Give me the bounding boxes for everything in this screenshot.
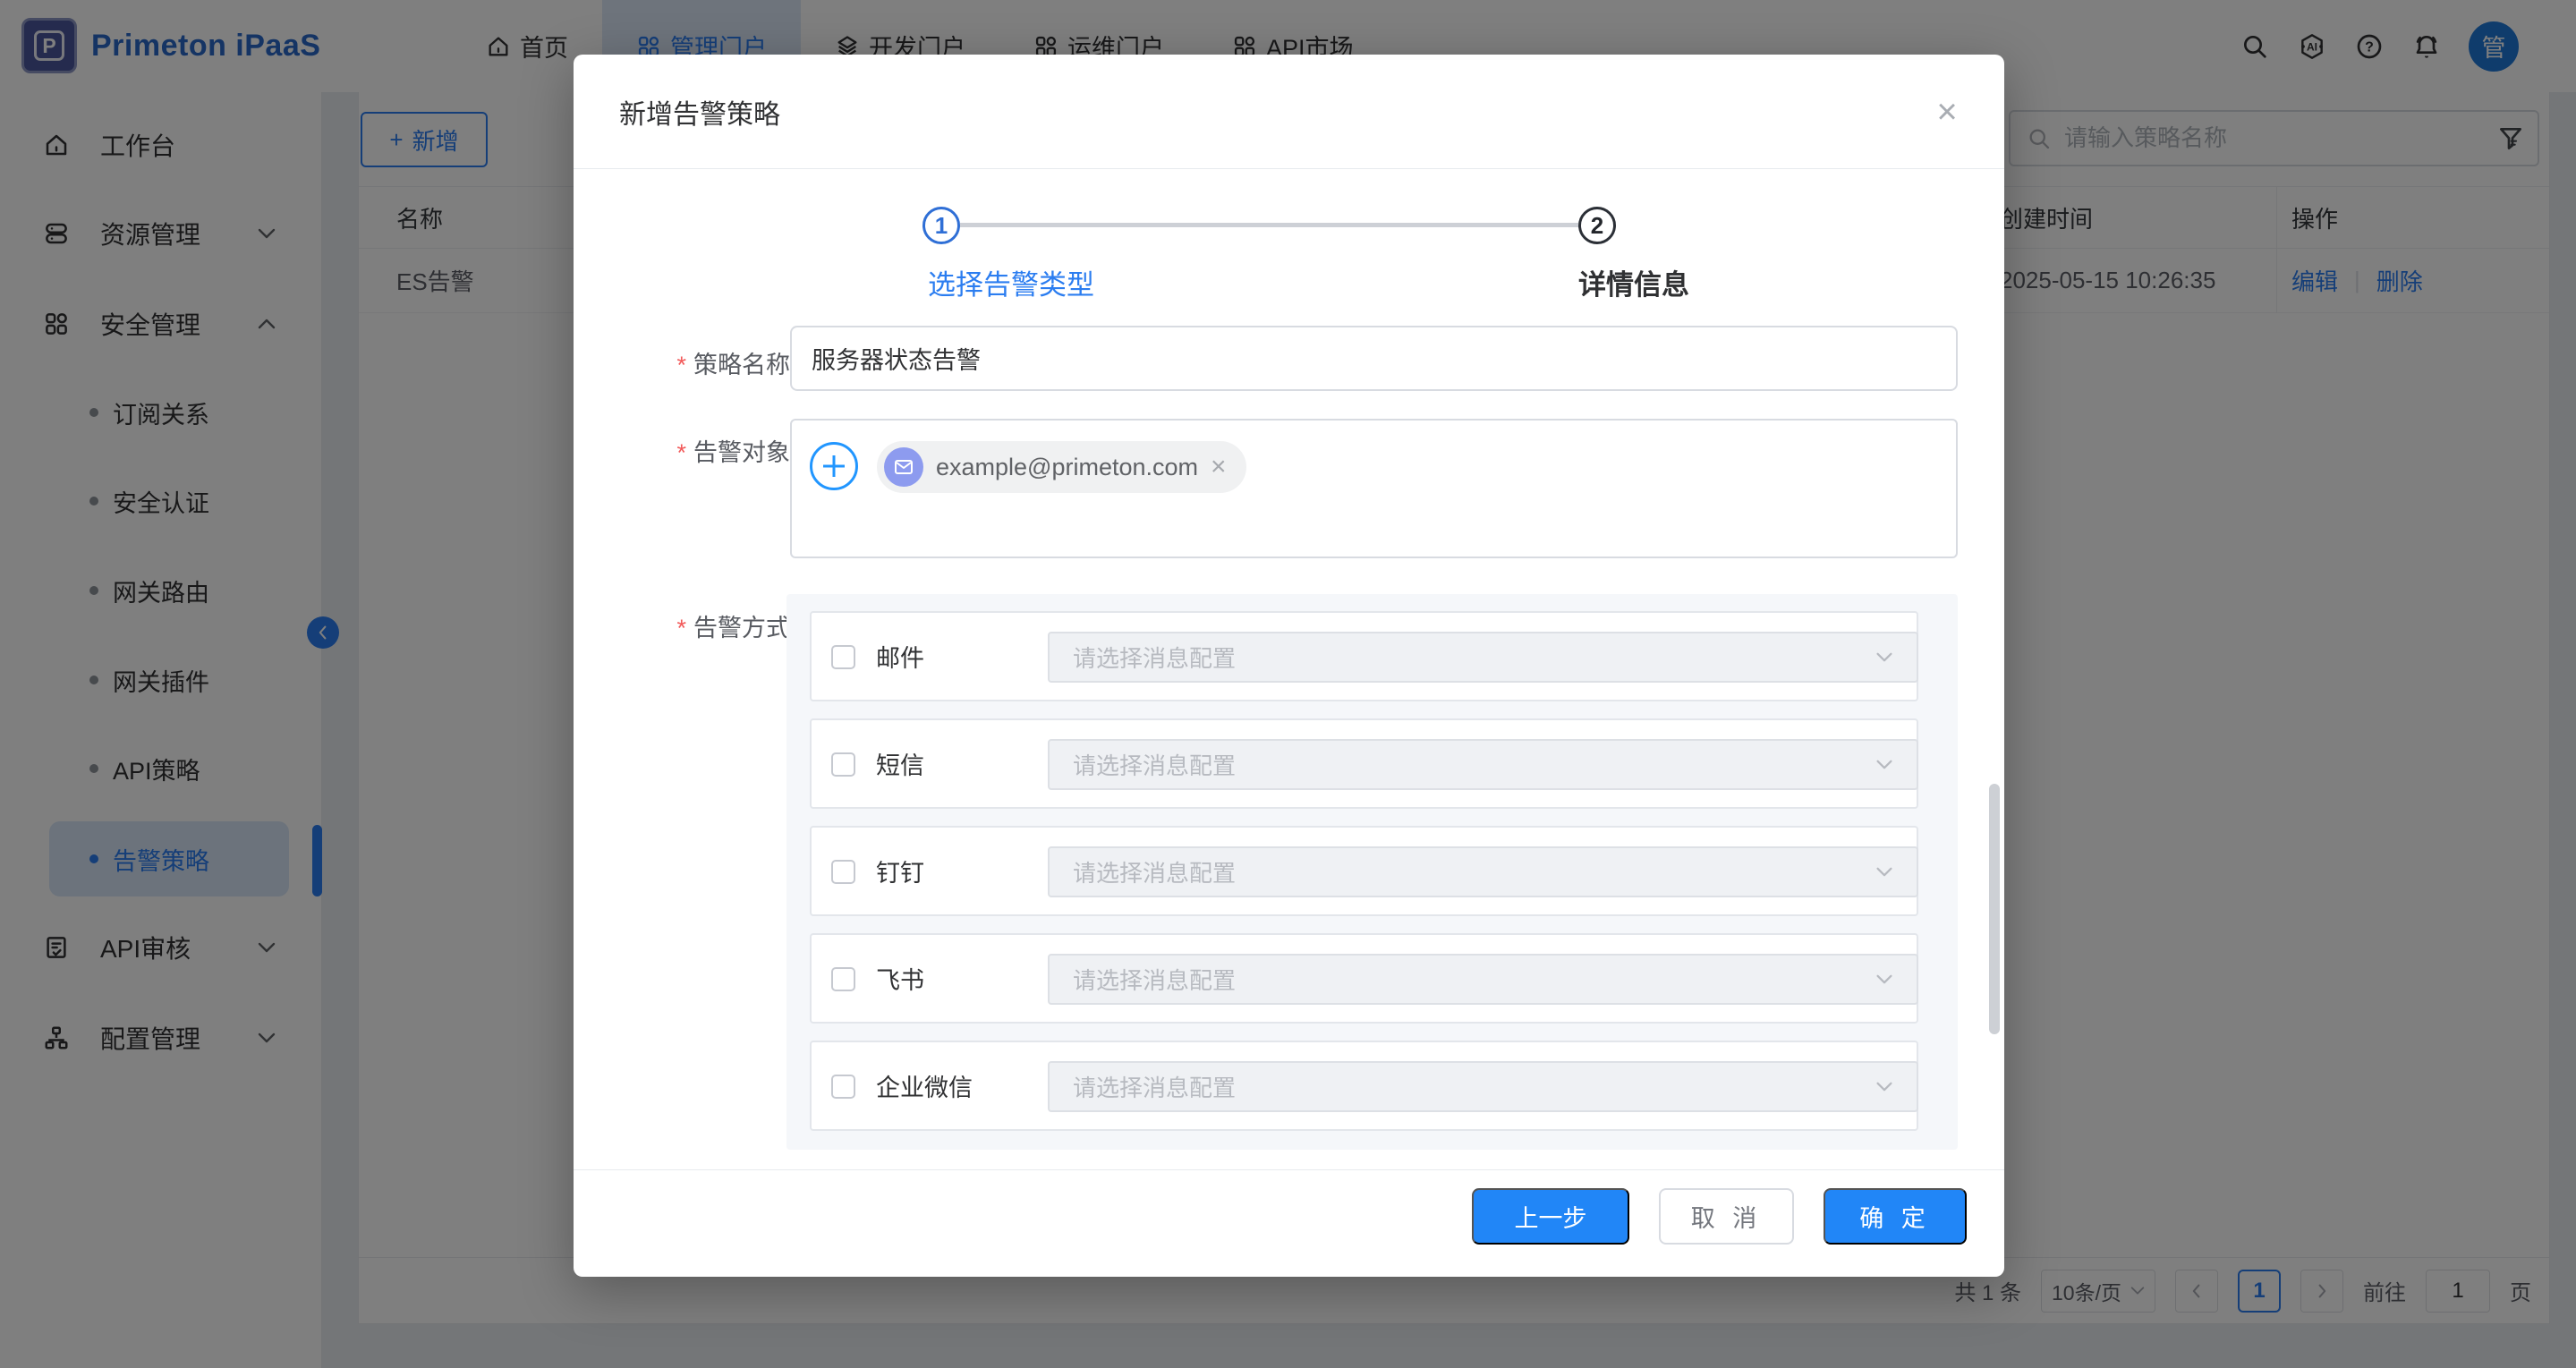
step-2-label: 详情信息 bbox=[1578, 262, 1689, 302]
add-target-button[interactable] bbox=[810, 442, 858, 490]
envelope-icon bbox=[884, 447, 923, 487]
feishu-checkbox[interactable] bbox=[831, 967, 855, 991]
app-screen: P Primeton iPaaS 首页 管理门户 开发门户 运维门户 AP bbox=[0, 0, 2576, 1368]
close-icon[interactable]: × bbox=[1929, 94, 1965, 130]
alert-method-box: 邮件 请选择消息配置 短信 请选择消息配置 钉钉 请选择消息配置 bbox=[786, 594, 1958, 1150]
wecom-config-select[interactable]: 请选择消息配置 bbox=[1048, 1061, 1918, 1112]
step-connector-line bbox=[960, 223, 1578, 227]
remove-tag-icon[interactable]: × bbox=[1211, 454, 1227, 480]
email-tag-text: example@primeton.com bbox=[936, 454, 1198, 481]
channel-row-wecom: 企业微信 请选择消息配置 bbox=[810, 1041, 1918, 1131]
step-1-circle: 1 bbox=[922, 207, 960, 244]
step-2-circle: 2 bbox=[1578, 207, 1616, 244]
sms-checkbox[interactable] bbox=[831, 752, 855, 777]
chevron-down-icon bbox=[1875, 973, 1893, 985]
select-placeholder: 请选择消息配置 bbox=[1073, 855, 1875, 888]
sms-config-select[interactable]: 请选择消息配置 bbox=[1048, 739, 1918, 790]
select-placeholder: 请选择消息配置 bbox=[1073, 963, 1875, 996]
dialog-footer: 上一步 取 消 确 定 bbox=[574, 1169, 2004, 1277]
alert-method-label: *告警方式 bbox=[676, 608, 790, 643]
chevron-down-icon bbox=[1875, 866, 1893, 878]
dialog-header: 新增告警策略 bbox=[574, 55, 2004, 169]
select-placeholder: 请选择消息配置 bbox=[1073, 1070, 1875, 1103]
confirm-button[interactable]: 确 定 bbox=[1824, 1188, 1967, 1245]
email-config-select[interactable]: 请选择消息配置 bbox=[1048, 632, 1918, 683]
required-asterisk: * bbox=[676, 352, 686, 378]
select-placeholder: 请选择消息配置 bbox=[1073, 748, 1875, 781]
wecom-checkbox[interactable] bbox=[831, 1075, 855, 1099]
channel-row-email: 邮件 请选择消息配置 bbox=[810, 611, 1918, 701]
required-asterisk: * bbox=[676, 439, 686, 466]
previous-step-button[interactable]: 上一步 bbox=[1472, 1188, 1629, 1245]
channel-row-feishu: 飞书 请选择消息配置 bbox=[810, 933, 1918, 1024]
email-checkbox[interactable] bbox=[831, 645, 855, 669]
chevron-down-icon bbox=[1875, 651, 1893, 663]
select-placeholder: 请选择消息配置 bbox=[1073, 641, 1875, 674]
feishu-config-select[interactable]: 请选择消息配置 bbox=[1048, 954, 1918, 1005]
chevron-down-icon bbox=[1875, 1081, 1893, 1092]
alert-target-box: example@primeton.com × bbox=[790, 419, 1958, 558]
add-alert-policy-dialog: 新增告警策略 × 1 2 选择告警类型 详情信息 *策略名称 *告警对象 exa… bbox=[574, 55, 2004, 1277]
chevron-down-icon bbox=[1875, 759, 1893, 770]
cancel-button[interactable]: 取 消 bbox=[1659, 1188, 1794, 1245]
dialog-title: 新增告警策略 bbox=[619, 92, 780, 132]
channel-label: 钉钉 bbox=[876, 828, 924, 914]
policy-name-input[interactable] bbox=[790, 326, 1958, 391]
channel-row-dingtalk: 钉钉 请选择消息配置 bbox=[810, 826, 1918, 916]
required-asterisk: * bbox=[676, 615, 686, 642]
channel-label: 企业微信 bbox=[876, 1042, 973, 1129]
channel-label: 飞书 bbox=[876, 935, 924, 1022]
step-1-label[interactable]: 选择告警类型 bbox=[928, 262, 1094, 302]
dingtalk-config-select[interactable]: 请选择消息配置 bbox=[1048, 846, 1918, 897]
email-tag: example@primeton.com × bbox=[877, 441, 1246, 493]
policy-name-label: *策略名称 bbox=[676, 345, 790, 380]
alert-target-label: *告警对象 bbox=[676, 433, 790, 468]
channel-label: 短信 bbox=[876, 720, 924, 807]
dingtalk-checkbox[interactable] bbox=[831, 860, 855, 884]
channel-row-sms: 短信 请选择消息配置 bbox=[810, 718, 1918, 809]
channel-label: 邮件 bbox=[876, 613, 924, 700]
dialog-scrollbar[interactable] bbox=[1989, 784, 2000, 1034]
